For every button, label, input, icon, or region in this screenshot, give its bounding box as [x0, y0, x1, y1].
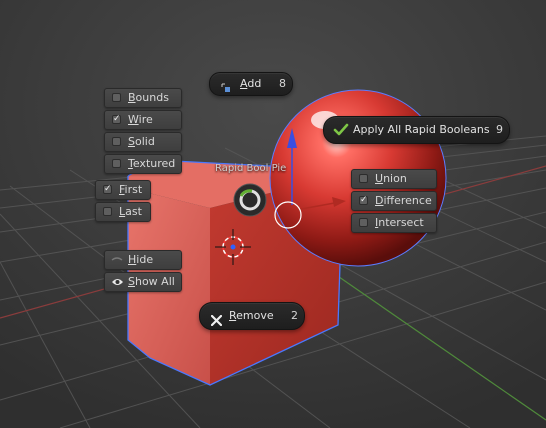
- solid-label: Solid: [128, 135, 155, 148]
- bounds-toggle[interactable]: Bounds: [104, 88, 182, 108]
- hide-label: Hide: [128, 253, 154, 266]
- intersect-label: Intersect: [375, 216, 424, 229]
- difference-checkbox[interactable]: ✓: [359, 196, 368, 205]
- pie-menu-title: Rapid Bool Pie: [215, 163, 287, 174]
- last-toggle[interactable]: Last: [95, 202, 151, 222]
- last-checkbox[interactable]: [103, 207, 112, 216]
- difference-toggle[interactable]: ✓ Difference: [351, 191, 437, 211]
- difference-label: Difference: [375, 194, 432, 207]
- remove-button[interactable]: Remove 2: [199, 302, 305, 330]
- solid-toggle[interactable]: Solid: [104, 132, 182, 152]
- hide-icon: [111, 254, 123, 266]
- hide-button[interactable]: Hide: [104, 250, 182, 270]
- union-toggle[interactable]: Union: [351, 169, 437, 189]
- first-label: First: [119, 183, 143, 196]
- wire-checkbox[interactable]: ✓: [112, 115, 121, 124]
- union-label: Union: [375, 172, 407, 185]
- apply-all-shortcut: 9: [496, 123, 503, 136]
- remove-label: Remove: [229, 309, 274, 322]
- wire-toggle[interactable]: ✓ Wire: [104, 110, 182, 130]
- bounds-label: Bounds: [128, 91, 169, 104]
- textured-checkbox[interactable]: [112, 159, 121, 168]
- add-button[interactable]: Add 8: [209, 72, 293, 96]
- eye-icon: [111, 276, 124, 288]
- textured-toggle[interactable]: Textured: [104, 154, 182, 174]
- first-checkbox[interactable]: ✓: [103, 185, 112, 194]
- show-all-button[interactable]: Show All: [104, 272, 182, 292]
- last-label: Last: [119, 205, 142, 218]
- intersect-checkbox[interactable]: [359, 218, 368, 227]
- first-toggle[interactable]: ✓ First: [95, 180, 151, 200]
- 3d-viewport[interactable]: Rapid Bool Pie Add 8 Apply All Rapid Boo…: [0, 0, 546, 428]
- remove-shortcut: 2: [291, 309, 298, 322]
- bounds-checkbox[interactable]: [112, 93, 121, 102]
- textured-label: Textured: [128, 157, 176, 170]
- pie-center-ring: [233, 183, 267, 217]
- add-icon: [221, 79, 231, 92]
- checkmark-icon: [333, 122, 349, 138]
- close-icon: [210, 310, 223, 327]
- show-all-label: Show All: [128, 275, 175, 288]
- add-shortcut: 8: [279, 77, 286, 90]
- apply-all-label: Apply All Rapid Booleans: [353, 123, 490, 136]
- solid-checkbox[interactable]: [112, 137, 121, 146]
- wire-label: Wire: [128, 113, 153, 126]
- scene: [0, 0, 546, 428]
- union-checkbox[interactable]: [359, 174, 368, 183]
- apply-all-rapid-booleans-button[interactable]: Apply All Rapid Booleans 9: [323, 116, 510, 144]
- intersect-toggle[interactable]: Intersect: [351, 213, 437, 233]
- add-label: Add: [240, 77, 262, 90]
